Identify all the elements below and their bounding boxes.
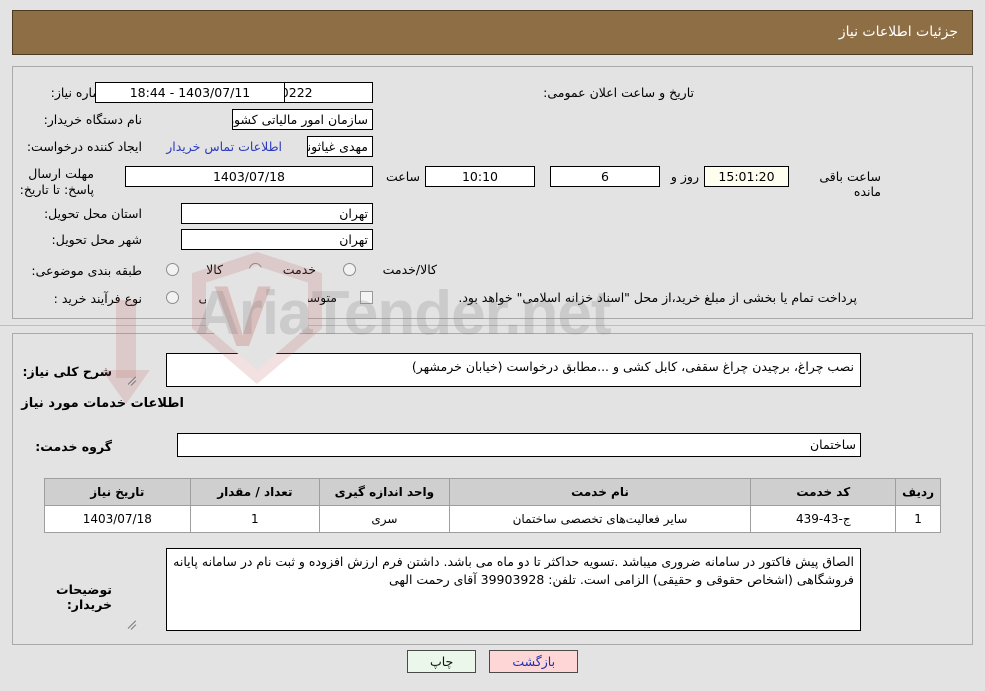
radio-category-khadamat[interactable] (249, 263, 262, 276)
cell-service-code: ج-43-439 (750, 505, 897, 533)
radio-process-jozei-label: جزیی (198, 290, 227, 305)
buyer-contact-link[interactable]: اطلاعات تماس خریدار (160, 139, 282, 154)
remaining-days-unit: روز و (670, 169, 699, 184)
delivery-province-label: استان محل تحویل: (43, 206, 142, 221)
radio-process-jozei[interactable] (166, 291, 179, 304)
section-divider (0, 325, 985, 326)
service-group-value: ساختمان (177, 433, 861, 457)
treasury-bond-checkbox[interactable] (360, 291, 373, 304)
delivery-province-value: تهران (181, 203, 373, 224)
radio-category-kala[interactable] (166, 263, 179, 276)
purchase-process-label: نوع فرآیند خرید : (53, 291, 142, 306)
deadline-hour-label: ساعت (385, 169, 420, 184)
radio-category-khadamat-label: خدمت (282, 262, 316, 277)
countdown-timer-value: 15:01:20 (704, 166, 789, 187)
cell-quantity: 1 (189, 505, 321, 533)
radio-category-kala-khadamat[interactable] (343, 263, 356, 276)
col-row-no: ردیف (895, 478, 941, 506)
subject-category-label: طبقه بندی موضوعی: (31, 263, 142, 278)
service-group-label: گروه خدمت: (35, 439, 112, 454)
page-root: جزئیات اطلاعات نیاز V AriaTender.net شما… (0, 0, 985, 691)
print-button[interactable]: چاپ (406, 650, 477, 673)
buyer-notes-textarea[interactable]: الصاق پیش فاکتور در سامانه ضروری میباشد … (166, 548, 861, 631)
request-creator-value: مهدی غیاثوند کاربرداز سازمان امور مالیات… (307, 136, 373, 157)
delivery-city-value: تهران (181, 229, 373, 250)
table-row: 1 ج-43-439 سایر فعالیت‌های تخصصی ساختمان… (44, 505, 941, 533)
cell-unit: سری (319, 505, 450, 533)
radio-category-kala-label: کالا (206, 262, 223, 277)
cell-need-date: 1403/07/18 (44, 505, 191, 533)
announce-datetime-label: تاریخ و ساعت اعلان عمومی: (543, 85, 694, 100)
treasury-bond-label: پرداخت تمام یا بخشی از مبلغ خرید،از محل … (458, 290, 857, 305)
deadline-date-value: 1403/07/18 (125, 166, 373, 187)
page-title-bar: جزئیات اطلاعات نیاز (12, 10, 973, 55)
request-creator-label: ایجاد کننده درخواست: (26, 139, 142, 154)
radio-process-motavaset[interactable] (257, 291, 270, 304)
deadline-hour-value: 10:10 (425, 166, 535, 187)
countdown-timer-unit: ساعت باقی مانده (819, 169, 881, 199)
buyer-org-value: سازمان امور مالیاتی کشور (232, 109, 373, 130)
cell-service-name: سایر فعالیت‌های تخصصی ساختمان (448, 505, 752, 533)
page-title: جزئیات اطلاعات نیاز (838, 24, 958, 40)
delivery-city-label: شهر محل تحویل: (51, 232, 142, 247)
general-description-label: شرح کلی نیاز: (22, 364, 112, 379)
radio-process-motavaset-label: متوسط (297, 290, 337, 305)
radio-category-kala-khadamat-label: کالا/خدمت (382, 262, 437, 277)
buyer-notes-label: توضیحات خریدار: (56, 582, 112, 612)
response-deadline-label: مهلت ارسال پاسخ: تا تاریخ: (19, 166, 94, 197)
col-unit: واحد اندازه گیری (319, 478, 450, 506)
services-info-heading: اطلاعات خدمات مورد نیاز (21, 396, 184, 411)
buyer-org-label: نام دستگاه خریدار: (43, 112, 142, 127)
announce-datetime-value: 1403/07/11 - 18:44 (95, 82, 285, 103)
col-need-date: تاریخ نیاز (44, 478, 191, 506)
col-quantity: تعداد / مقدار (189, 478, 321, 506)
back-button[interactable]: بازگشت (489, 650, 579, 673)
cell-row-no: 1 (895, 505, 941, 533)
col-service-name: نام خدمت (448, 478, 752, 506)
table-header-row: ردیف کد خدمت نام خدمت واحد اندازه گیری ت… (44, 478, 941, 506)
service-items-table: ردیف کد خدمت نام خدمت واحد اندازه گیری ت… (44, 478, 941, 533)
footer-button-row: بازگشت چاپ (0, 650, 985, 673)
col-service-code: کد خدمت (750, 478, 897, 506)
general-description-textarea[interactable]: نصب چراغ، برچیدن چراغ سقفی، کابل کشی و .… (166, 353, 861, 387)
remaining-days-value: 6 (550, 166, 660, 187)
